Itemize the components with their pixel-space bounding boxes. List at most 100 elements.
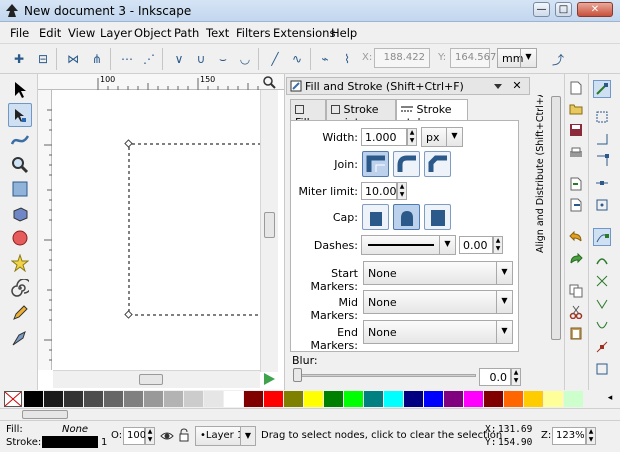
palette-swatch[interactable] <box>104 391 123 407</box>
x-coordinate-field[interactable]: 188.422 <box>374 48 430 68</box>
blur-slider-track[interactable] <box>294 374 476 377</box>
redo-icon[interactable] <box>567 250 585 268</box>
insert-node-icon[interactable]: ✚ <box>10 50 28 68</box>
unit-select[interactable]: mm ▼ <box>497 48 537 68</box>
zoom-tool-icon[interactable] <box>8 153 32 177</box>
palette-swatch[interactable] <box>464 391 483 407</box>
stroke-indicator[interactable] <box>42 436 98 448</box>
scroll-thumb[interactable] <box>264 212 275 238</box>
menu-object[interactable]: Object <box>134 26 171 40</box>
join-round-button[interactable] <box>393 151 420 177</box>
rectangle-tool-icon[interactable] <box>8 177 32 201</box>
snap-midpoint-icon[interactable] <box>593 174 611 192</box>
zoom-corner-icon[interactable] <box>262 75 276 89</box>
palette-swatch[interactable] <box>344 391 363 407</box>
pencil-tool-icon[interactable] <box>8 301 32 325</box>
dash-pattern-select[interactable]: ▼ <box>361 235 456 255</box>
palette-swatch[interactable] <box>124 391 143 407</box>
width-unit-select[interactable]: px ▼ <box>421 127 463 147</box>
snap-bbox-corner-icon[interactable] <box>593 152 611 170</box>
palette-swatch[interactable] <box>24 391 43 407</box>
palette-swatch[interactable] <box>404 391 423 407</box>
palette-swatch[interactable] <box>284 391 303 407</box>
cap-square-button[interactable] <box>424 204 451 230</box>
segment-curve-icon[interactable]: ∿ <box>288 50 306 68</box>
palette-swatch[interactable] <box>364 391 383 407</box>
snap-object-midpoint-icon[interactable] <box>593 338 611 356</box>
miter-limit-spinner[interactable]: ▲ ▼ <box>397 182 407 200</box>
width-spinner[interactable]: ▲ ▼ <box>407 128 417 146</box>
start-markers-select[interactable]: None ▼ <box>363 261 513 285</box>
menu-extensions[interactable]: Extensions <box>273 26 335 40</box>
palette-swatch[interactable] <box>524 391 543 407</box>
snap-paths-icon[interactable] <box>593 250 611 268</box>
snap-enable-icon[interactable] <box>593 80 611 98</box>
pen-tool-icon[interactable] <box>8 326 32 350</box>
join-segment-icon[interactable]: ⋯ <box>118 50 136 68</box>
play-icon[interactable] <box>262 372 276 386</box>
eye-icon[interactable] <box>160 429 174 443</box>
canvas-vertical-scrollbar[interactable] <box>260 90 278 372</box>
break-path-icon[interactable]: ⋔ <box>88 50 106 68</box>
stroke-width-value[interactable]: 1 <box>101 437 107 448</box>
palette-swatch[interactable] <box>204 391 223 407</box>
export-icon[interactable] <box>567 196 585 214</box>
delete-node-icon[interactable]: ⊟ <box>34 50 52 68</box>
width-input[interactable]: 1.000 <box>361 128 407 146</box>
scroll-thumb[interactable] <box>551 96 561 340</box>
opacity-spinner[interactable]: ▲ ▼ <box>145 427 155 445</box>
chevron-down-icon[interactable]: ▼ <box>240 426 256 446</box>
palette-swatch[interactable] <box>264 391 283 407</box>
snap-bbox-edge-icon[interactable] <box>593 130 611 148</box>
smooth-node-icon[interactable]: ∪ <box>192 50 210 68</box>
palette-swatch[interactable] <box>224 391 243 407</box>
dialog-close-icon[interactable]: ✕ <box>511 80 523 93</box>
menu-layer[interactable]: Layer <box>100 26 132 40</box>
mid-markers-select[interactable]: None ▼ <box>363 290 513 314</box>
blur-spinner[interactable]: ▲ ▼ <box>511 368 521 386</box>
undo-icon[interactable] <box>567 228 585 246</box>
scroll-thumb[interactable] <box>22 410 68 419</box>
tab-stroke-paint[interactable]: Stroke paint <box>326 99 396 129</box>
palette-swatch[interactable] <box>424 391 443 407</box>
maximize-button[interactable]: □ <box>555 2 572 17</box>
snap-center-icon[interactable] <box>593 196 611 214</box>
blur-slider-handle[interactable] <box>293 368 302 382</box>
palette-swatch[interactable] <box>84 391 103 407</box>
palette-swatch[interactable] <box>484 391 503 407</box>
tweak-tool-icon[interactable] <box>8 128 32 152</box>
spiral-tool-icon[interactable] <box>8 276 32 300</box>
palette-scrollbar[interactable] <box>0 408 620 420</box>
print-icon[interactable] <box>567 144 585 162</box>
snap-page-border-icon[interactable] <box>593 360 611 378</box>
import-icon[interactable] <box>567 175 585 193</box>
dialog-menu-icon[interactable] <box>493 81 503 91</box>
save-icon[interactable] <box>567 121 585 139</box>
palette-swatch[interactable] <box>384 391 403 407</box>
join-miter-button[interactable] <box>362 151 389 177</box>
palette-swatch[interactable] <box>184 391 203 407</box>
dialog-scrollbar[interactable] <box>550 96 562 386</box>
zoom-spinner[interactable]: ▲ ▼ <box>586 427 596 445</box>
fill-indicator[interactable]: None <box>62 424 88 435</box>
menu-help[interactable]: Help <box>331 26 357 40</box>
delete-segment-icon[interactable]: ⋰ <box>140 50 158 68</box>
snap-nodes-icon[interactable] <box>593 228 611 246</box>
tab-stroke-style[interactable]: Stroke style <box>396 99 468 129</box>
tab-fill[interactable]: Fill <box>290 99 326 129</box>
menu-edit[interactable]: Edit <box>39 26 61 40</box>
copy-icon[interactable] <box>567 282 585 300</box>
snap-smooth-icon[interactable] <box>593 316 611 334</box>
object-to-path-icon[interactable]: ⌁ <box>316 50 334 68</box>
zoom-input[interactable]: 123% <box>552 427 586 445</box>
palette-swatch[interactable] <box>564 391 583 407</box>
join-nodes-icon[interactable]: ⋈ <box>64 50 82 68</box>
dash-offset-input[interactable]: 0.00 <box>459 236 493 254</box>
open-folder-icon[interactable] <box>567 100 585 118</box>
menu-filters[interactable]: Filters <box>236 26 270 40</box>
node-tool-icon[interactable] <box>8 103 32 127</box>
dash-offset-spinner[interactable]: ▲ ▼ <box>493 236 503 254</box>
canvas-horizontal-scrollbar[interactable] <box>53 370 260 388</box>
auto-smooth-node-icon[interactable]: ◡ <box>236 50 254 68</box>
minimize-button[interactable]: — <box>533 2 550 17</box>
